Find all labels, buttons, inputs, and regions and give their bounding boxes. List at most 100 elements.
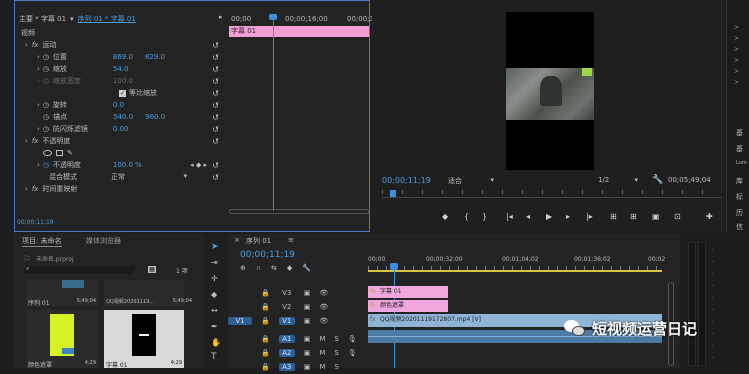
track-name[interactable]: V3 bbox=[279, 289, 295, 297]
expand-icon[interactable]: › bbox=[25, 137, 28, 145]
reset-icon[interactable]: ↺ bbox=[212, 89, 219, 98]
mute-button[interactable]: M bbox=[319, 335, 325, 343]
extract-button[interactable]: ⊞ bbox=[630, 212, 637, 221]
settings-icon[interactable]: 🔧 bbox=[302, 264, 311, 272]
right-panel-tab[interactable]: 标 bbox=[736, 192, 743, 202]
stopwatch-icon[interactable]: ◷ bbox=[43, 125, 49, 133]
button-editor-button[interactable]: ✚ bbox=[706, 212, 713, 221]
stopwatch-icon[interactable]: ◷ bbox=[43, 53, 49, 61]
sync-lock-icon[interactable]: ▣ bbox=[304, 335, 311, 343]
stopwatch-icon[interactable]: ◷ bbox=[43, 101, 49, 109]
lock-icon[interactable]: 🔒 bbox=[261, 335, 270, 343]
sync-lock-icon[interactable]: ▣ bbox=[304, 317, 311, 325]
export-frame-button[interactable]: ▣ bbox=[652, 212, 660, 221]
wrench-icon[interactable]: 🔧 bbox=[652, 175, 663, 185]
solo-button[interactable]: S bbox=[334, 349, 338, 357]
step-forward-button[interactable]: ▸ bbox=[566, 212, 570, 221]
project-item[interactable]: 字幕 01 4;29 bbox=[104, 310, 184, 369]
source-patch[interactable]: V1 bbox=[228, 317, 252, 325]
blend-mode-select[interactable]: 正常 ▾ bbox=[111, 172, 187, 182]
nest-icon[interactable]: ⊕ bbox=[240, 264, 246, 272]
track-name[interactable]: A2 bbox=[278, 349, 295, 357]
opacity-value[interactable]: 100.0 % bbox=[113, 161, 142, 169]
right-panel-tab[interactable]: 基 bbox=[736, 128, 743, 138]
tab-media-browser[interactable]: 媒体浏览器 bbox=[86, 236, 121, 246]
selection-tool-icon[interactable]: ➤ bbox=[211, 242, 219, 252]
expand-icon[interactable]: › bbox=[25, 41, 28, 49]
timeline-timecode[interactable]: 00;00;11;19 bbox=[240, 250, 295, 260]
mic-icon[interactable]: 🎙 bbox=[348, 349, 357, 357]
uniform-scale-checkbox[interactable]: ✓ bbox=[119, 89, 126, 97]
stopwatch-icon[interactable]: ◷ bbox=[43, 161, 49, 169]
expand-icon[interactable]: › bbox=[37, 53, 40, 61]
search-input[interactable]: ⌕ bbox=[24, 265, 134, 274]
lock-icon[interactable]: 🔒 bbox=[261, 363, 270, 371]
effect-ruler[interactable]: 00;00 00;00;16;00 00;00;32 bbox=[229, 13, 378, 25]
track-name[interactable]: A1 bbox=[278, 335, 295, 343]
sync-lock-icon[interactable]: ▣ bbox=[304, 349, 311, 357]
reset-icon[interactable]: ↺ bbox=[212, 41, 219, 50]
project-item[interactable]: QQ视频20201119... 5;49;04 bbox=[104, 280, 192, 306]
ellipse-mask-icon[interactable] bbox=[43, 150, 52, 156]
tab-sequence[interactable]: 序列 01 bbox=[246, 236, 271, 246]
eye-icon[interactable]: 👁 bbox=[319, 303, 328, 311]
ripple-edit-tool-icon[interactable]: ✛ bbox=[211, 274, 218, 283]
track-name[interactable]: V2 bbox=[279, 303, 295, 311]
reset-icon[interactable]: ↺ bbox=[212, 77, 219, 86]
sequence-clip-label[interactable]: 序列 01 * 字幕 01 bbox=[78, 14, 136, 24]
sync-lock-icon[interactable]: ▣ bbox=[304, 289, 311, 297]
program-timecode[interactable]: 00;00;11;19 bbox=[382, 176, 431, 185]
position-x-value[interactable]: 869.0 bbox=[113, 53, 133, 61]
expand-icon[interactable]: › bbox=[37, 161, 40, 169]
new-bin-icon[interactable]: ▦ bbox=[148, 266, 156, 273]
timeline-playhead-handle[interactable] bbox=[390, 263, 398, 270]
sync-lock-icon[interactable]: ▣ bbox=[304, 363, 311, 371]
right-panel-tab[interactable]: 基 bbox=[736, 144, 743, 154]
lock-icon[interactable]: 🔒 bbox=[261, 303, 270, 311]
expand-icon[interactable]: › bbox=[37, 77, 40, 85]
lift-button[interactable]: ⊞ bbox=[610, 212, 617, 221]
comparison-view-button[interactable]: ⊡ bbox=[674, 212, 681, 221]
mute-button[interactable]: M bbox=[319, 349, 325, 357]
reset-icon[interactable]: ↺ bbox=[212, 65, 219, 74]
eye-icon[interactable]: 👁 bbox=[319, 289, 328, 297]
mark-out-button[interactable]: } bbox=[482, 212, 487, 221]
right-panel-arrows[interactable]: > > > > > > bbox=[734, 22, 739, 88]
keyframe-nav-icon[interactable]: ◂ ◆ ▸ bbox=[190, 161, 207, 169]
master-clip-label[interactable]: 主要 * 字幕 01 bbox=[19, 14, 66, 24]
eye-icon[interactable]: 👁 bbox=[319, 317, 328, 325]
mic-icon[interactable]: 🎙 bbox=[348, 335, 357, 343]
lock-icon[interactable]: 🔒 bbox=[261, 349, 270, 357]
reset-icon[interactable]: ↺ bbox=[212, 53, 219, 62]
stopwatch-icon[interactable]: ◷ bbox=[43, 113, 49, 121]
close-icon[interactable]: × bbox=[234, 236, 240, 244]
track-select-tool-icon[interactable]: ⇥ bbox=[211, 258, 218, 267]
stopwatch-icon[interactable]: ◷ bbox=[43, 77, 49, 85]
mark-in-button[interactable]: { bbox=[464, 212, 469, 221]
anchor-y-value[interactable]: 960.0 bbox=[145, 113, 165, 121]
type-tool-icon[interactable]: T bbox=[211, 352, 217, 362]
scale-value[interactable]: 54.0 bbox=[113, 65, 129, 73]
linked-selection-icon[interactable]: ⇆ bbox=[271, 264, 277, 272]
rect-mask-icon[interactable] bbox=[56, 150, 63, 156]
razor-tool-icon[interactable]: ◆ bbox=[211, 290, 217, 299]
right-panel-tab[interactable]: Lum bbox=[736, 160, 747, 166]
reset-icon[interactable]: ↺ bbox=[212, 113, 219, 122]
right-panel-tab[interactable]: 信 bbox=[736, 222, 743, 232]
right-panel-tab[interactable]: 历 bbox=[736, 208, 743, 218]
add-marker-icon[interactable]: ◆ bbox=[287, 264, 292, 272]
reset-icon[interactable]: ↺ bbox=[212, 101, 219, 110]
go-to-in-button[interactable]: |◂ bbox=[506, 212, 513, 221]
position-y-value[interactable]: 829.0 bbox=[145, 53, 165, 61]
add-marker-button[interactable]: ◆ bbox=[442, 212, 448, 221]
effect-zoom-scrollbar[interactable] bbox=[229, 209, 369, 214]
timeline-ruler[interactable]: 00;00 00;00;32;00 00;01;04;02 00;01;36;0… bbox=[368, 252, 665, 270]
reset-icon[interactable]: ↺ bbox=[212, 161, 219, 170]
track-name[interactable]: A3 bbox=[278, 363, 295, 371]
tab-project[interactable]: 项目: 未命名 bbox=[22, 236, 62, 247]
project-item[interactable]: 序列 01 5;49;04 bbox=[26, 280, 98, 307]
go-to-out-button[interactable]: |▸ bbox=[586, 212, 593, 221]
snap-icon[interactable]: ∩ bbox=[256, 264, 261, 272]
lock-icon[interactable]: 🔒 bbox=[261, 289, 270, 297]
lock-icon[interactable]: 🔒 bbox=[261, 317, 270, 325]
